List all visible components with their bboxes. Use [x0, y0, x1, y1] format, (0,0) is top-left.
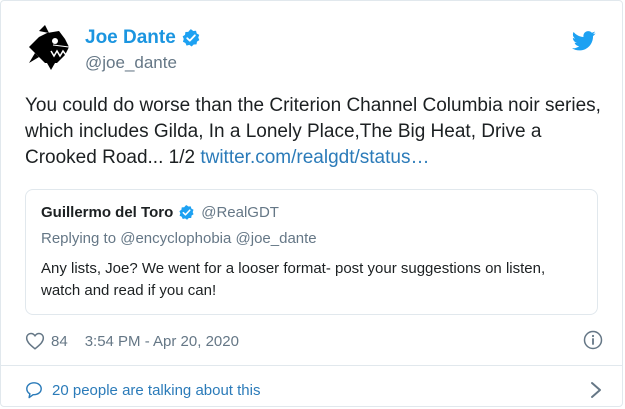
conversation-footer[interactable]: 20 people are talking about this [25, 379, 603, 401]
author-handle[interactable]: @joe_dante [85, 53, 177, 73]
verified-badge-icon [179, 205, 194, 220]
info-icon[interactable] [583, 330, 603, 350]
tweet-body: You could do worse than the Criterion Ch… [25, 93, 605, 171]
embedded-tweet-card: Joe Dante @joe_dante You could do worse … [0, 0, 623, 407]
tweet-meta: 84 3:54 PM - Apr 20, 2020 [25, 330, 603, 352]
verified-badge-icon [182, 29, 200, 47]
like-count[interactable]: 84 [51, 333, 68, 350]
quoted-display-name: Guillermo del Toro [41, 204, 174, 221]
author-name-row: Joe Dante [85, 27, 201, 49]
replying-to: Replying to @encyclophobia @joe_dante [41, 230, 317, 247]
quoted-handle: @RealGDT [201, 204, 279, 221]
tweet-timestamp[interactable]: 3:54 PM - Apr 20, 2020 [85, 333, 239, 350]
speech-bubble-icon [26, 382, 42, 399]
quoted-text: Any lists, Joe? We went for a looser for… [41, 260, 546, 299]
piranha-avatar-icon[interactable] [25, 23, 73, 71]
quoted-tweet[interactable]: Guillermo del Toro @RealGDT Replying to … [25, 189, 598, 315]
tweet-link[interactable]: twitter.com/realgdt/status… [200, 147, 429, 168]
tweet-header: Joe Dante @joe_dante [1, 1, 622, 81]
talking-about-link[interactable]: 20 people are talking about this [52, 382, 260, 399]
divider [1, 365, 622, 366]
author-display-name[interactable]: Joe Dante [85, 27, 176, 49]
twitter-bird-icon[interactable] [572, 31, 596, 51]
quoted-author-row: Guillermo del Toro @RealGDT [41, 204, 279, 221]
chevron-right-icon[interactable] [589, 381, 603, 399]
heart-icon[interactable] [25, 332, 45, 350]
